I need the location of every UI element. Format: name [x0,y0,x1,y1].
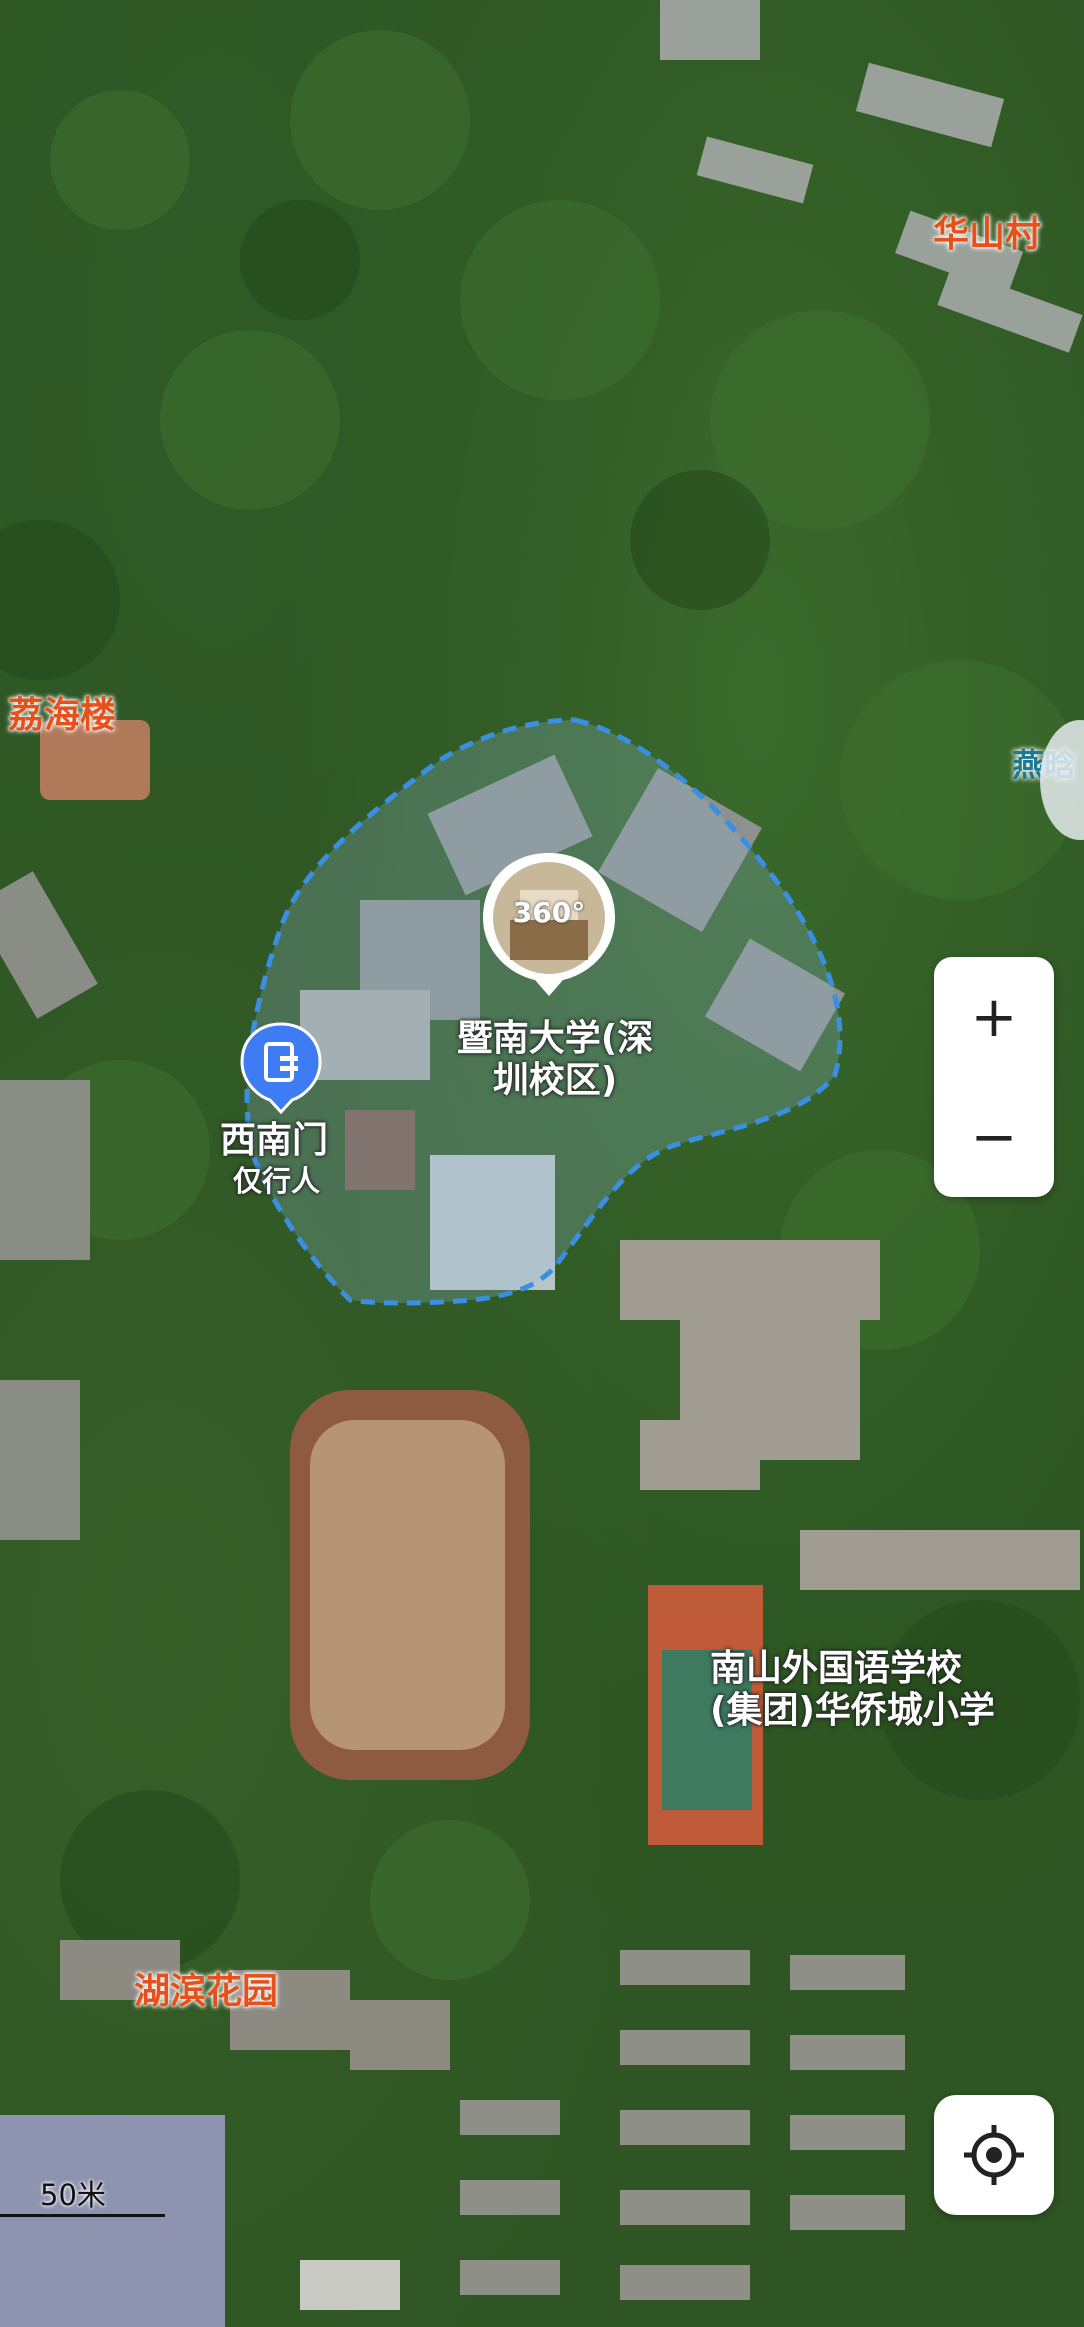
door-icon [240,1022,322,1115]
label-xinanmen-sub: 仅行人 [233,1164,321,1198]
label-school-line1: 南山外国语学校 [710,1648,963,1689]
gate-pin[interactable] [240,1022,322,1115]
locate-button[interactable] [934,2095,1054,2215]
label-school-line2: (集团)华侨城小学 [710,1690,995,1731]
zoom-in-button[interactable]: + [934,957,1054,1077]
label-huashancun[interactable]: 华山村 [933,205,1041,257]
label-lihailou[interactable]: 荔海楼 [8,686,116,738]
label-hubin-garden[interactable]: 湖滨花园 [134,1962,278,2014]
label-xinanmen[interactable]: 西南门 [220,1120,328,1162]
label-nanshan-school[interactable]: 南山外国语学校 (集团)华侨城小学 [710,1648,995,1732]
scale-line [0,2214,165,2217]
crosshair-icon [964,2125,1024,2185]
badge-360-text: 360° [512,896,586,929]
label-jinan-line1: 暨南大学(深 [456,1018,654,1059]
panorama-360-pin[interactable]: 360° [480,850,618,1000]
scale-label: 50米 [40,2178,106,2212]
label-jinan-university[interactable]: 暨南大学(深 圳校区) [405,1018,705,1102]
satellite-map[interactable]: 华山村 荔海楼 燕晗 360° 暨南大学(深 圳校区) 西南门 仅行人 南山外国… [0,0,1084,2327]
zoom-control: + − [934,957,1054,1197]
zoom-out-button[interactable]: − [934,1077,1054,1197]
label-jinan-line2: 圳校区) [492,1060,618,1101]
